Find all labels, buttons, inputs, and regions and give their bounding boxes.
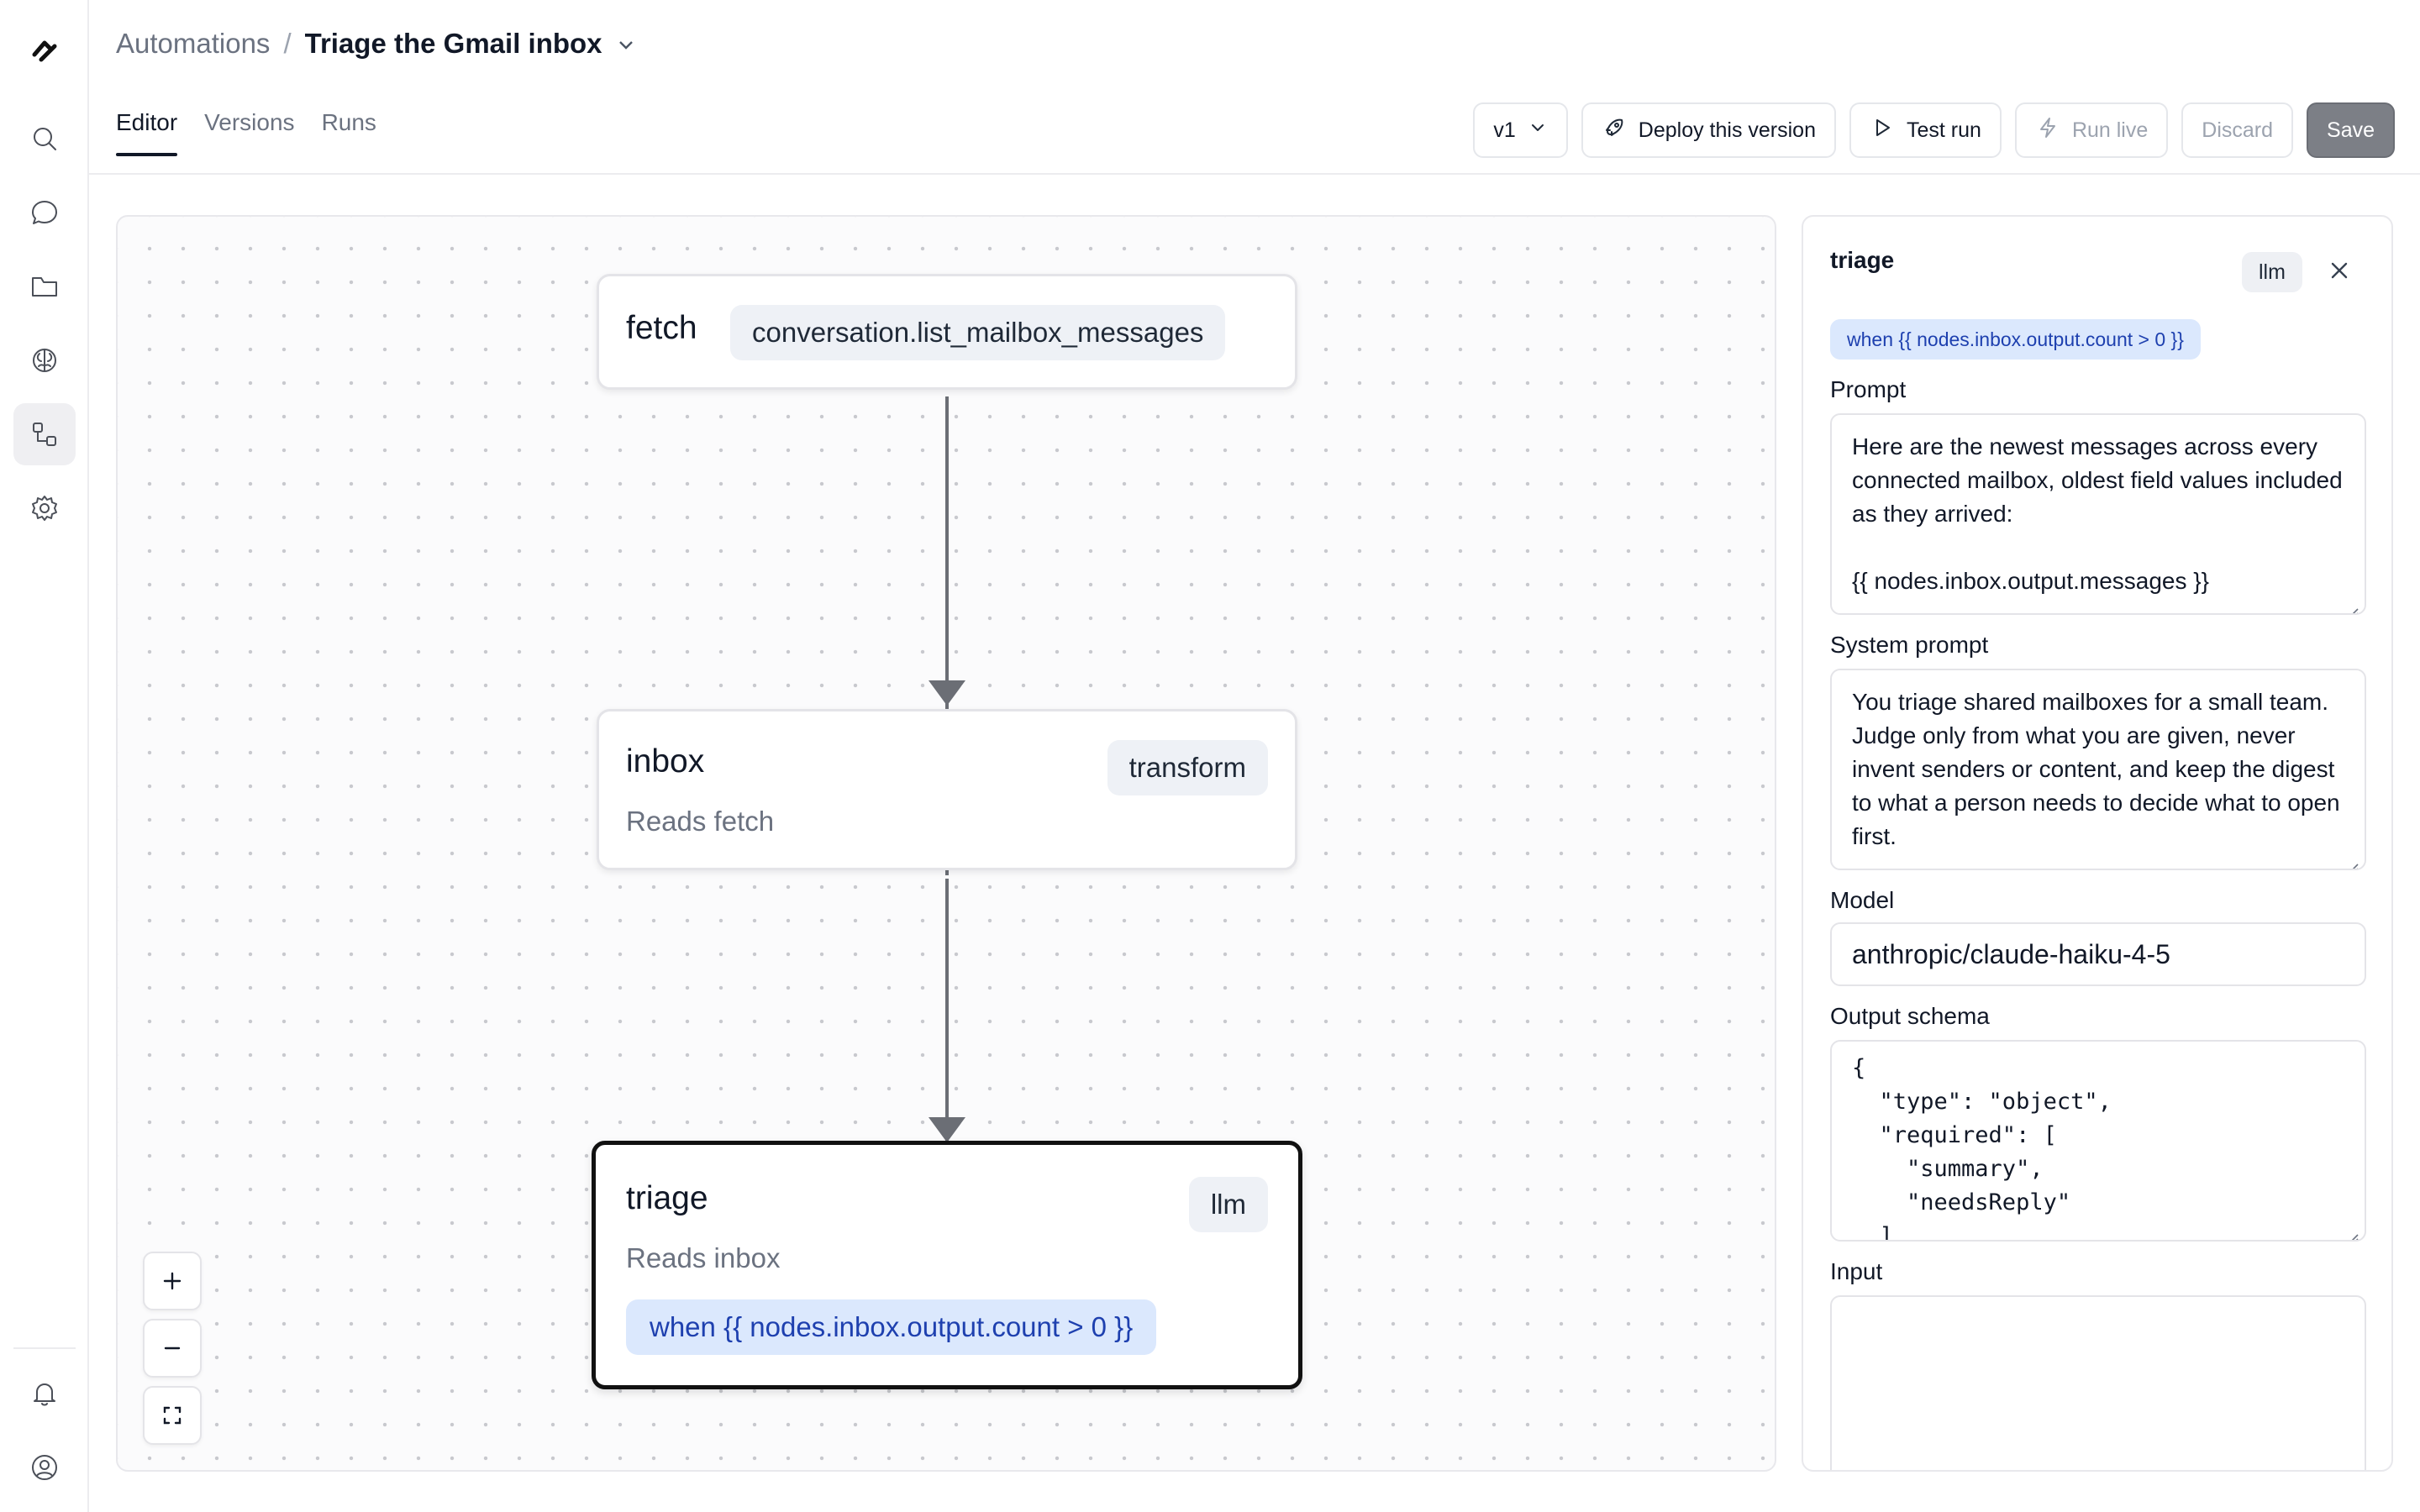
prompt-text: Here are the newest messages across ever… <box>1852 433 2343 527</box>
deploy-label: Deploy this version <box>1638 118 1816 142</box>
zoom-in-button[interactable] <box>143 1252 202 1310</box>
gear-icon[interactable] <box>13 477 76 539</box>
prompt-textarea[interactable]: Here are the newest messages across ever… <box>1830 413 2366 615</box>
model-input[interactable]: anthropic/claude-haiku-4-5 <box>1830 922 2366 986</box>
prompt-template-var: {{ nodes.inbox.output.messages }} <box>1852 568 2209 594</box>
system-prompt-label: System prompt <box>1830 632 1989 658</box>
model-value: anthropic/claude-haiku-4-5 <box>1852 939 2170 969</box>
lightning-icon <box>2035 115 2060 146</box>
brain-icon[interactable] <box>13 329 76 391</box>
panel-condition-badge[interactable]: when {{ nodes.inbox.output.count > 0 }} <box>1830 319 2201 360</box>
workflow-canvas[interactable]: fetch conversation.list_mailbox_messages… <box>116 215 1776 1472</box>
system-prompt-textarea[interactable]: You triage shared mailboxes for a small … <box>1830 669 2366 870</box>
node-inbox[interactable]: inbox transform Reads fetch <box>597 709 1297 870</box>
panel-title: triage <box>1830 247 1895 273</box>
resize-handle-icon[interactable] <box>2346 850 2360 869</box>
tab-versions[interactable]: Versions <box>204 109 294 155</box>
tab-runs[interactable]: Runs <box>322 109 376 155</box>
editor-tabs: Editor Versions Runs <box>116 109 376 156</box>
rail-divider <box>13 1347 76 1349</box>
node-type-tag: conversation.list_mailbox_messages <box>730 305 1226 360</box>
chevron-down-icon[interactable] <box>614 32 638 55</box>
play-icon <box>1870 115 1895 146</box>
test-run-button[interactable]: Test run <box>1849 102 2002 158</box>
output-schema-textarea[interactable]: { "type": "object", "required": [ "summa… <box>1830 1040 2366 1242</box>
output-schema-code: { "type": "object", "required": [ "summa… <box>1852 1055 2112 1242</box>
save-button[interactable]: Save <box>2307 102 2395 158</box>
left-rail <box>0 0 89 1512</box>
node-title: fetch <box>626 310 697 346</box>
input-textarea[interactable] <box>1830 1295 2366 1470</box>
panel-kind-badge: llm <box>2242 252 2302 292</box>
expand-icon <box>163 1406 182 1425</box>
bell-icon[interactable] <box>13 1362 76 1425</box>
chevron-down-icon <box>1528 118 1548 144</box>
output-schema-label: Output schema <box>1830 1003 1990 1029</box>
model-label: Model <box>1830 887 1895 913</box>
run-live-label: Run live <box>2071 118 2149 142</box>
zoom-out-button[interactable] <box>143 1319 202 1378</box>
workflow-icon[interactable] <box>13 403 76 465</box>
search-icon[interactable] <box>13 108 76 170</box>
fit-view-button[interactable] <box>143 1386 202 1445</box>
run-live-button[interactable]: Run live <box>2014 102 2169 158</box>
close-icon[interactable] <box>2323 254 2356 287</box>
node-subtitle: Reads inbox <box>626 1242 781 1273</box>
node-type-tag: llm <box>1188 1177 1268 1232</box>
chat-icon[interactable] <box>13 181 76 244</box>
node-subtitle: Reads fetch <box>626 806 775 837</box>
breadcrumb-root-link[interactable]: Automations <box>116 28 270 60</box>
tab-editor[interactable]: Editor <box>116 109 178 156</box>
logo-icon[interactable] <box>13 20 76 82</box>
node-condition-badge: when {{ nodes.inbox.output.count > 0 }} <box>626 1299 1157 1355</box>
rocket-icon <box>1602 115 1627 146</box>
node-fetch[interactable]: fetch conversation.list_mailbox_messages <box>597 274 1297 390</box>
plus-icon <box>163 1272 182 1290</box>
node-title: inbox <box>626 743 705 780</box>
breadcrumb: Automations / Triage the Gmail inbox <box>116 24 638 64</box>
discard-button[interactable]: Discard <box>2181 102 2294 158</box>
header-divider <box>89 173 2420 175</box>
input-label: Input <box>1830 1258 1883 1284</box>
version-select[interactable]: v1 <box>1473 102 1568 158</box>
toolbar: v1 Deploy this version Test run Run live… <box>1473 102 2395 158</box>
resize-handle-icon[interactable] <box>2346 595 2360 613</box>
breadcrumb-separator: / <box>283 28 292 59</box>
prompt-label: Prompt <box>1830 376 1907 402</box>
system-prompt-text: You triage shared mailboxes for a small … <box>1852 689 2340 849</box>
node-title: triage <box>626 1180 708 1216</box>
test-run-label: Test run <box>1907 118 1981 142</box>
node-inspector-panel: triage llm when {{ nodes.inbox.output.co… <box>1802 215 2393 1472</box>
page-title[interactable]: Triage the Gmail inbox <box>305 28 602 60</box>
version-label: v1 <box>1493 118 1516 142</box>
resize-handle-icon[interactable] <box>2346 1221 2360 1240</box>
folder-icon[interactable] <box>13 255 76 318</box>
deploy-button[interactable]: Deploy this version <box>1581 102 1836 158</box>
minus-icon <box>164 1347 181 1350</box>
node-type-tag: transform <box>1107 740 1268 795</box>
user-circle-icon[interactable] <box>13 1436 76 1499</box>
node-triage[interactable]: triage llm Reads inbox when {{ nodes.inb… <box>592 1141 1302 1389</box>
